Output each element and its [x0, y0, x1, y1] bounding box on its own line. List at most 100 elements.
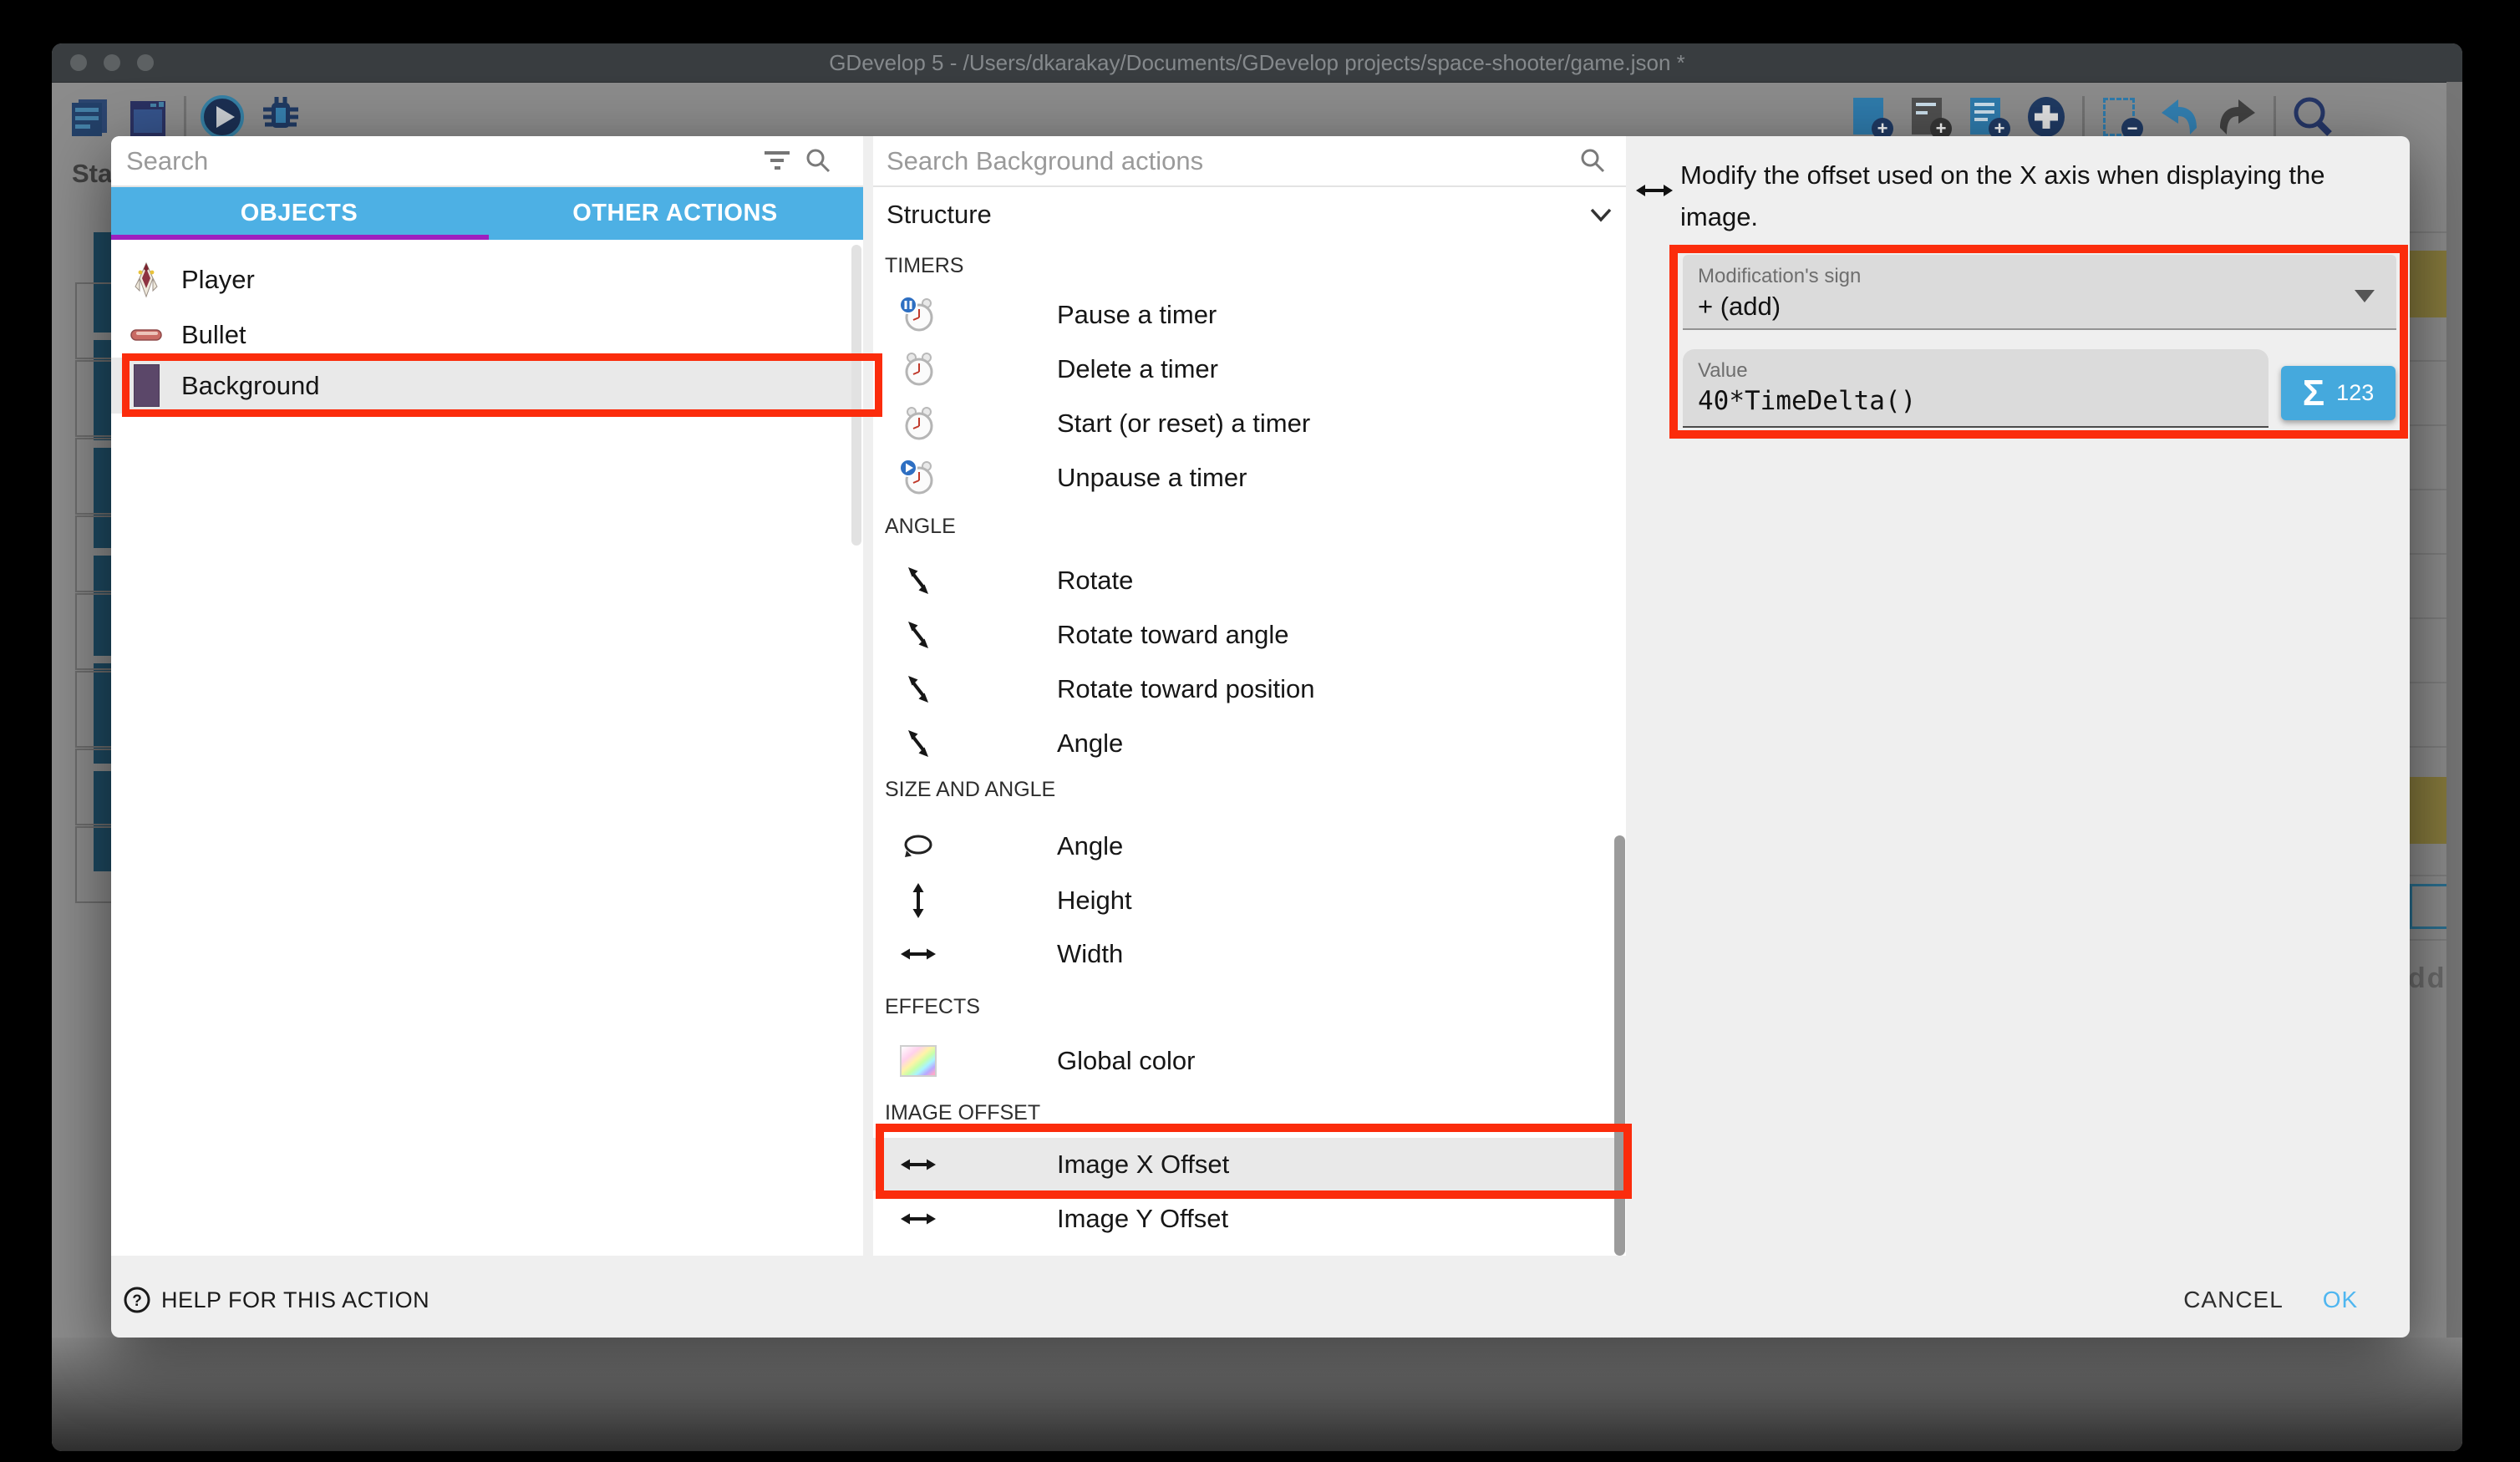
objects-search-placeholder: Search — [126, 136, 208, 185]
group-select[interactable]: Structure — [873, 187, 1615, 242]
objects-scrollbar[interactable] — [851, 245, 861, 546]
actions-panel: Search Background actions Structure TIME… — [873, 136, 1626, 1256]
section-title-size-and-angle: SIZE AND ANGLE — [885, 777, 1055, 802]
actions-search-placeholder: Search Background actions — [887, 136, 1203, 185]
dropdown-caret-icon — [2355, 290, 2375, 302]
unpause-timer-icon — [898, 458, 938, 498]
tab-objects[interactable]: OBJECTS — [111, 187, 487, 240]
action-item-rotate[interactable]: Rotate — [873, 554, 1615, 607]
object-row-background-selected[interactable]: Background — [111, 358, 853, 414]
action-item-angle-rotation[interactable]: Angle — [873, 820, 1615, 873]
event-condition-box — [75, 360, 115, 437]
object-row-bullet[interactable]: Bullet — [111, 307, 853, 363]
value-input[interactable]: Value 40*TimeDelta() — [1683, 349, 2269, 428]
numeric-expression-badge: 123 — [2336, 380, 2374, 406]
redo-icon[interactable] — [2215, 94, 2260, 140]
section-title-effects: EFFECTS — [885, 994, 980, 1019]
preview-play-icon[interactable] — [200, 94, 245, 140]
rotate-diagonal-arrow-icon — [898, 561, 938, 601]
section-title-angle: ANGLE — [885, 514, 956, 539]
background-swatch-icon — [124, 361, 168, 411]
add-comment-icon[interactable]: + — [1965, 94, 2010, 140]
action-item-height[interactable]: Height — [873, 874, 1615, 927]
modification-sign-value: + (add) — [1698, 292, 1781, 322]
event-selection-outline — [2410, 884, 2451, 929]
action-item-label: Rotate — [1057, 566, 1133, 596]
action-item-image-y-offset[interactable]: Image Y Offset — [873, 1192, 1615, 1246]
objects-panel: Search OBJECTS OTHER ACTIONS Player — [111, 136, 863, 1256]
add-event-icon[interactable]: + — [1848, 94, 1893, 140]
expression-editor-button[interactable]: Σ 123 — [2281, 366, 2396, 420]
event-condition-box — [75, 438, 115, 515]
action-item-rotate-toward-angle[interactable]: Rotate toward angle — [873, 608, 1615, 662]
filter-icon[interactable] — [765, 150, 790, 175]
object-tabs: OBJECTS OTHER ACTIONS — [111, 187, 863, 240]
tab-other-actions[interactable]: OTHER ACTIONS — [487, 187, 863, 240]
action-item-unpause-timer[interactable]: Unpause a timer — [873, 451, 1615, 505]
ok-button[interactable]: OK — [2309, 1282, 2372, 1317]
undo-icon[interactable] — [2157, 94, 2202, 140]
action-item-label: Rotate toward angle — [1057, 620, 1288, 650]
delete-event-icon[interactable]: − — [2098, 94, 2143, 140]
value-expression: 40*TimeDelta() — [1698, 386, 1916, 416]
help-for-action-button[interactable]: ? HELP FOR THIS ACTION — [123, 1282, 429, 1317]
search-icon[interactable] — [1579, 147, 1606, 178]
value-label: Value — [1698, 359, 1748, 383]
toolbar-divider — [2082, 96, 2085, 138]
debugger-bug-icon[interactable] — [258, 94, 303, 140]
active-tab-underline — [111, 235, 489, 240]
actions-scrollbar[interactable] — [1614, 835, 1625, 1256]
object-label: Background — [181, 371, 319, 401]
rainbow-color-icon — [898, 1041, 938, 1081]
action-item-rotate-toward-position[interactable]: Rotate toward position — [873, 662, 1615, 716]
action-item-global-color[interactable]: Global color — [873, 1034, 1615, 1088]
dimmed-editor-bottom — [52, 1338, 2462, 1451]
add-new-icon[interactable] — [2024, 94, 2069, 140]
add-subevent-icon[interactable]: + — [1907, 94, 1952, 140]
object-row-player[interactable]: Player — [111, 251, 853, 307]
chevron-down-icon — [1588, 207, 1613, 228]
tab-other-actions-label: OTHER ACTIONS — [572, 200, 777, 227]
tab-objects-label: OBJECTS — [241, 200, 358, 227]
timer-icon — [898, 349, 938, 389]
group-select-value: Structure — [887, 187, 992, 242]
object-label: Bullet — [181, 320, 246, 350]
action-item-delete-timer[interactable]: Delete a timer — [873, 343, 1615, 396]
timer-icon — [898, 404, 938, 444]
titlebar: GDevelop 5 - /Users/dkarakay/Documents/G… — [52, 43, 2462, 83]
toolbar-search-icon[interactable] — [2289, 94, 2335, 140]
objects-search-field[interactable]: Search — [111, 136, 863, 187]
action-item-width[interactable]: Width — [873, 927, 1615, 981]
action-item-start-timer[interactable]: Start (or reset) a timer — [873, 397, 1615, 450]
actions-search-field[interactable]: Search Background actions — [873, 136, 1626, 187]
cancel-button[interactable]: CANCEL — [2183, 1282, 2284, 1317]
scene-window-icon[interactable] — [125, 94, 170, 140]
player-ship-icon — [124, 255, 168, 305]
vertical-arrow-icon — [898, 881, 938, 921]
svg-text:?: ? — [132, 1292, 142, 1310]
edit-action-dialog: Search OBJECTS OTHER ACTIONS Player — [111, 136, 2410, 1338]
help-label: HELP FOR THIS ACTION — [161, 1287, 429, 1313]
action-description: Modify the offset used on the X axis whe… — [1680, 155, 2407, 238]
section-title-image-offset: IMAGE OFFSET — [885, 1100, 1040, 1125]
action-item-label: Delete a timer — [1057, 354, 1218, 384]
action-item-angle[interactable]: Angle — [873, 717, 1615, 770]
event-condition-box — [75, 749, 115, 825]
modification-sign-select[interactable]: Modification's sign + (add) — [1683, 255, 2396, 330]
object-label: Player — [181, 265, 255, 295]
toolbar-divider — [184, 96, 186, 138]
scene-tab-label: Sta — [72, 159, 112, 189]
horizontal-arrow-icon — [1635, 178, 1674, 207]
highlighted-event-row — [2408, 777, 2450, 844]
event-condition-box — [75, 515, 115, 592]
action-item-label: Height — [1057, 886, 1132, 916]
rotation-ellipse-icon — [898, 826, 938, 866]
toolbar-divider — [2274, 96, 2276, 138]
action-item-label: Pause a timer — [1057, 300, 1217, 330]
search-icon[interactable] — [805, 147, 831, 178]
action-item-pause-timer[interactable]: Pause a timer — [873, 288, 1615, 342]
horizontal-arrow-icon — [898, 934, 938, 974]
project-manager-icon[interactable] — [67, 94, 112, 140]
action-item-image-x-offset-selected[interactable]: Image X Offset — [873, 1138, 1615, 1190]
action-item-label: Global color — [1057, 1046, 1195, 1076]
